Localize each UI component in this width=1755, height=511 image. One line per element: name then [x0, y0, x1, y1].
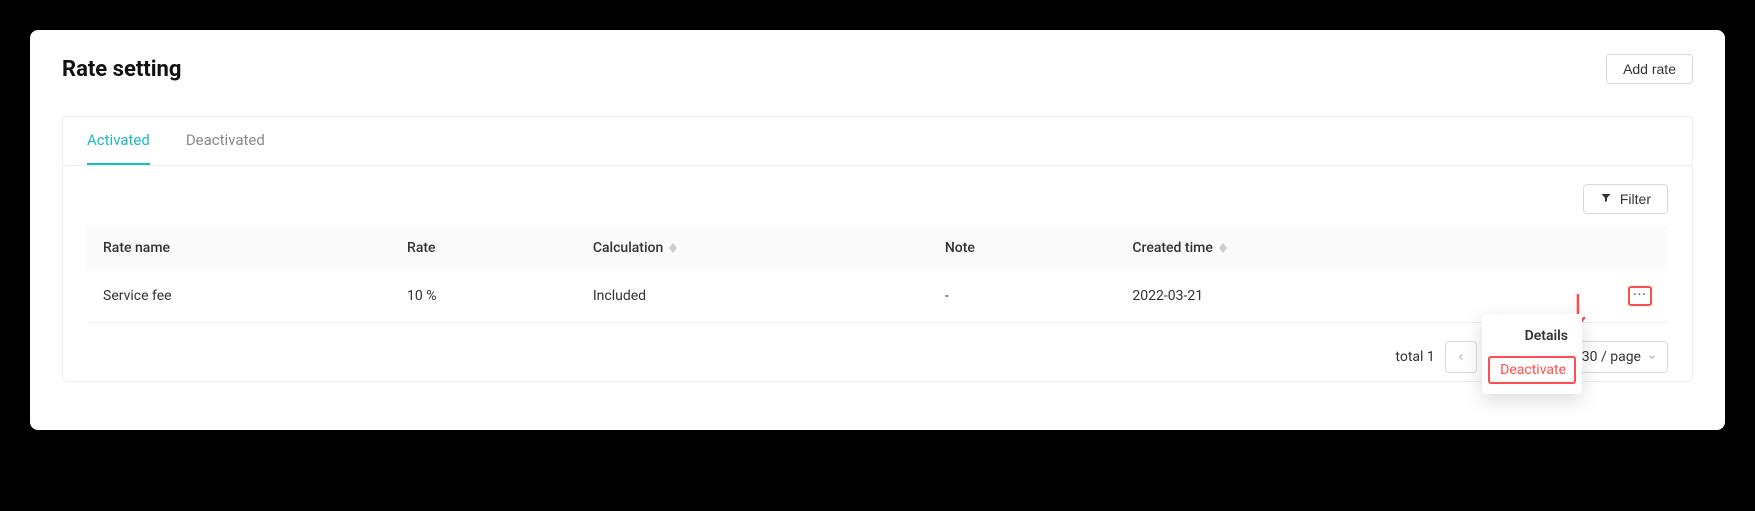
- page-size-label: 30 / page: [1582, 349, 1641, 365]
- chevron-down-icon: [1647, 352, 1657, 362]
- page-size-select[interactable]: 30 / page: [1571, 341, 1668, 373]
- page-title: Rate setting: [62, 57, 181, 82]
- toolbar: Filter: [63, 166, 1692, 226]
- filter-icon: [1600, 191, 1612, 207]
- cell-rate-name: Service fee: [87, 270, 391, 323]
- cell-created-time: 2022-03-21: [1116, 270, 1498, 323]
- col-note[interactable]: Note: [929, 226, 1117, 270]
- table-wrap: Rate name Rate Calculation Note: [63, 226, 1692, 323]
- rate-setting-card: Rate setting Add rate Activated Deactiva…: [30, 30, 1725, 430]
- filter-label: Filter: [1620, 191, 1651, 207]
- sort-icon: [1219, 243, 1227, 253]
- tab-activated[interactable]: Activated: [87, 117, 150, 165]
- cell-actions: ··· Details Deactivate: [1499, 270, 1668, 323]
- tabs: Activated Deactivated: [63, 117, 1692, 166]
- col-rate-name[interactable]: Rate name: [87, 226, 391, 270]
- add-rate-button[interactable]: Add rate: [1606, 54, 1693, 84]
- sort-icon: [669, 243, 677, 253]
- col-calculation[interactable]: Calculation: [577, 226, 929, 270]
- more-actions-button[interactable]: ···: [1628, 286, 1652, 306]
- dropdown-details[interactable]: Details: [1482, 320, 1582, 352]
- table-row: Service fee 10 % Included - 2022-03-21 ·…: [87, 270, 1668, 323]
- filter-button[interactable]: Filter: [1583, 184, 1668, 214]
- col-created-time[interactable]: Created time: [1116, 226, 1498, 270]
- table-header-row: Rate name Rate Calculation Note: [87, 226, 1668, 270]
- panel: Activated Deactivated Filter Rate name R…: [62, 116, 1693, 382]
- rates-table: Rate name Rate Calculation Note: [87, 226, 1668, 323]
- cell-calculation: Included: [577, 270, 929, 323]
- dropdown-deactivate[interactable]: Deactivate: [1488, 356, 1576, 384]
- prev-page-button[interactable]: [1445, 341, 1477, 373]
- ellipsis-icon: ···: [1633, 288, 1647, 300]
- pagination: total 1 1 30 / page: [63, 323, 1692, 381]
- cell-rate: 10 %: [391, 270, 577, 323]
- pagination-total: total 1: [1395, 349, 1434, 365]
- tab-deactivated[interactable]: Deactivated: [186, 117, 265, 165]
- header: Rate setting Add rate: [62, 54, 1693, 84]
- col-actions: [1499, 226, 1668, 270]
- chevron-left-icon: [1456, 352, 1466, 362]
- row-actions-dropdown: Details Deactivate: [1482, 314, 1582, 394]
- col-rate[interactable]: Rate: [391, 226, 577, 270]
- cell-note: -: [929, 270, 1117, 323]
